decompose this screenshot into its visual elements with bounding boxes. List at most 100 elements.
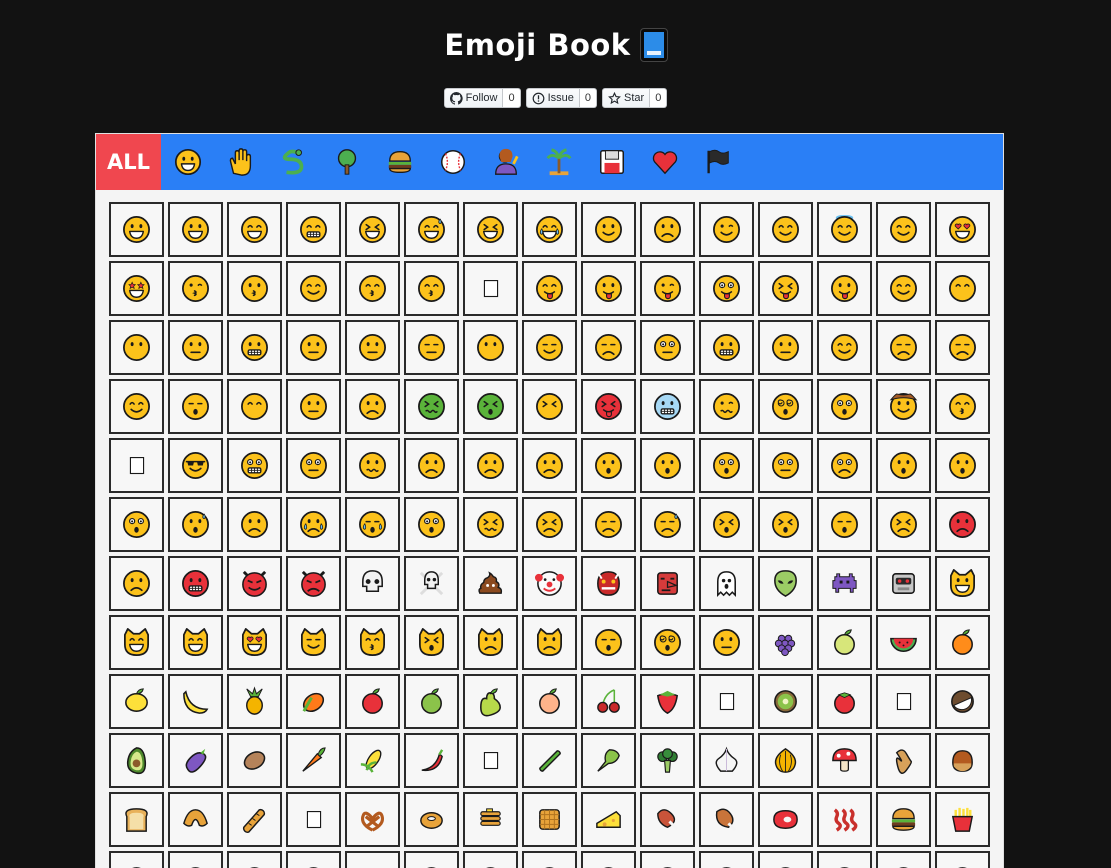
emoji-cell[interactable] <box>935 261 990 316</box>
emoji-cell[interactable] <box>699 556 754 611</box>
emoji-cell[interactable] <box>935 851 990 868</box>
emoji-cell[interactable] <box>640 438 695 493</box>
emoji-cell[interactable] <box>168 733 223 788</box>
emoji-cell[interactable] <box>463 438 518 493</box>
emoji-cell[interactable] <box>109 556 164 611</box>
emoji-cell[interactable] <box>227 438 282 493</box>
emoji-cell[interactable] <box>758 556 813 611</box>
emoji-cell[interactable] <box>640 379 695 434</box>
emoji-cell[interactable] <box>935 202 990 257</box>
category-tab-person-activity[interactable] <box>479 134 532 190</box>
emoji-cell[interactable] <box>522 851 577 868</box>
emoji-cell[interactable] <box>109 674 164 729</box>
emoji-cell[interactable] <box>463 320 518 375</box>
github-follow-button[interactable]: Follow 0 <box>443 88 521 108</box>
emoji-cell[interactable] <box>404 497 459 552</box>
emoji-cell[interactable] <box>286 556 341 611</box>
emoji-cell[interactable] <box>935 615 990 670</box>
emoji-cell[interactable] <box>640 261 695 316</box>
emoji-cell[interactable] <box>286 792 341 847</box>
star-count[interactable]: 0 <box>650 88 668 108</box>
emoji-cell[interactable] <box>935 556 990 611</box>
emoji-cell[interactable] <box>109 792 164 847</box>
emoji-cell[interactable] <box>876 556 931 611</box>
emoji-cell[interactable] <box>286 261 341 316</box>
emoji-cell[interactable] <box>640 320 695 375</box>
emoji-cell[interactable] <box>699 674 754 729</box>
emoji-cell[interactable] <box>699 497 754 552</box>
emoji-cell[interactable] <box>581 733 636 788</box>
emoji-cell[interactable] <box>109 615 164 670</box>
emoji-cell[interactable] <box>463 674 518 729</box>
emoji-cell[interactable] <box>404 556 459 611</box>
emoji-cell[interactable] <box>817 615 872 670</box>
emoji-cell[interactable] <box>463 497 518 552</box>
emoji-cell[interactable] <box>286 615 341 670</box>
emoji-cell[interactable] <box>345 261 400 316</box>
category-tab-activities[interactable] <box>426 134 479 190</box>
emoji-cell[interactable] <box>935 438 990 493</box>
category-tab-smileys[interactable] <box>161 134 214 190</box>
emoji-cell[interactable] <box>168 851 223 868</box>
emoji-cell[interactable] <box>640 202 695 257</box>
emoji-cell[interactable] <box>227 556 282 611</box>
emoji-cell[interactable] <box>522 261 577 316</box>
emoji-cell[interactable] <box>168 615 223 670</box>
emoji-cell[interactable] <box>640 674 695 729</box>
emoji-cell[interactable] <box>109 202 164 257</box>
emoji-cell[interactable] <box>935 733 990 788</box>
emoji-cell[interactable] <box>345 320 400 375</box>
emoji-cell[interactable] <box>286 497 341 552</box>
emoji-cell[interactable] <box>404 615 459 670</box>
issue-count[interactable]: 0 <box>579 88 598 108</box>
emoji-cell[interactable] <box>817 497 872 552</box>
emoji-cell[interactable] <box>699 202 754 257</box>
emoji-cell[interactable] <box>581 674 636 729</box>
emoji-cell[interactable] <box>699 615 754 670</box>
emoji-cell[interactable] <box>345 792 400 847</box>
emoji-cell[interactable] <box>463 379 518 434</box>
emoji-cell[interactable] <box>876 733 931 788</box>
emoji-cell[interactable] <box>227 733 282 788</box>
emoji-cell[interactable] <box>935 379 990 434</box>
emoji-cell[interactable] <box>699 261 754 316</box>
emoji-cell[interactable] <box>345 851 400 868</box>
emoji-cell[interactable] <box>581 556 636 611</box>
emoji-cell[interactable] <box>286 320 341 375</box>
emoji-cell[interactable] <box>935 497 990 552</box>
emoji-cell[interactable] <box>227 674 282 729</box>
emoji-cell[interactable] <box>699 438 754 493</box>
emoji-cell[interactable] <box>109 733 164 788</box>
emoji-cell[interactable] <box>522 202 577 257</box>
emoji-cell[interactable] <box>109 379 164 434</box>
category-tab-food[interactable] <box>373 134 426 190</box>
emoji-cell[interactable] <box>404 320 459 375</box>
category-tab-symbols[interactable] <box>638 134 691 190</box>
emoji-cell[interactable] <box>758 438 813 493</box>
emoji-cell[interactable] <box>227 792 282 847</box>
emoji-cell[interactable] <box>817 792 872 847</box>
emoji-cell[interactable] <box>227 497 282 552</box>
category-tab-nature[interactable] <box>320 134 373 190</box>
emoji-cell[interactable] <box>581 202 636 257</box>
emoji-cell[interactable] <box>522 733 577 788</box>
emoji-cell[interactable] <box>286 674 341 729</box>
emoji-cell[interactable] <box>758 733 813 788</box>
emoji-cell[interactable] <box>817 556 872 611</box>
emoji-cell[interactable] <box>345 379 400 434</box>
emoji-cell[interactable] <box>522 615 577 670</box>
emoji-cell[interactable] <box>640 733 695 788</box>
emoji-cell[interactable] <box>581 438 636 493</box>
emoji-cell[interactable] <box>758 261 813 316</box>
emoji-cell[interactable] <box>463 556 518 611</box>
emoji-cell[interactable] <box>699 851 754 868</box>
emoji-cell[interactable] <box>168 202 223 257</box>
emoji-cell[interactable] <box>168 497 223 552</box>
emoji-cell[interactable] <box>168 438 223 493</box>
emoji-cell[interactable] <box>168 379 223 434</box>
emoji-cell[interactable] <box>404 792 459 847</box>
emoji-cell[interactable] <box>758 851 813 868</box>
emoji-cell[interactable] <box>581 851 636 868</box>
emoji-cell[interactable] <box>286 438 341 493</box>
emoji-cell[interactable] <box>699 379 754 434</box>
